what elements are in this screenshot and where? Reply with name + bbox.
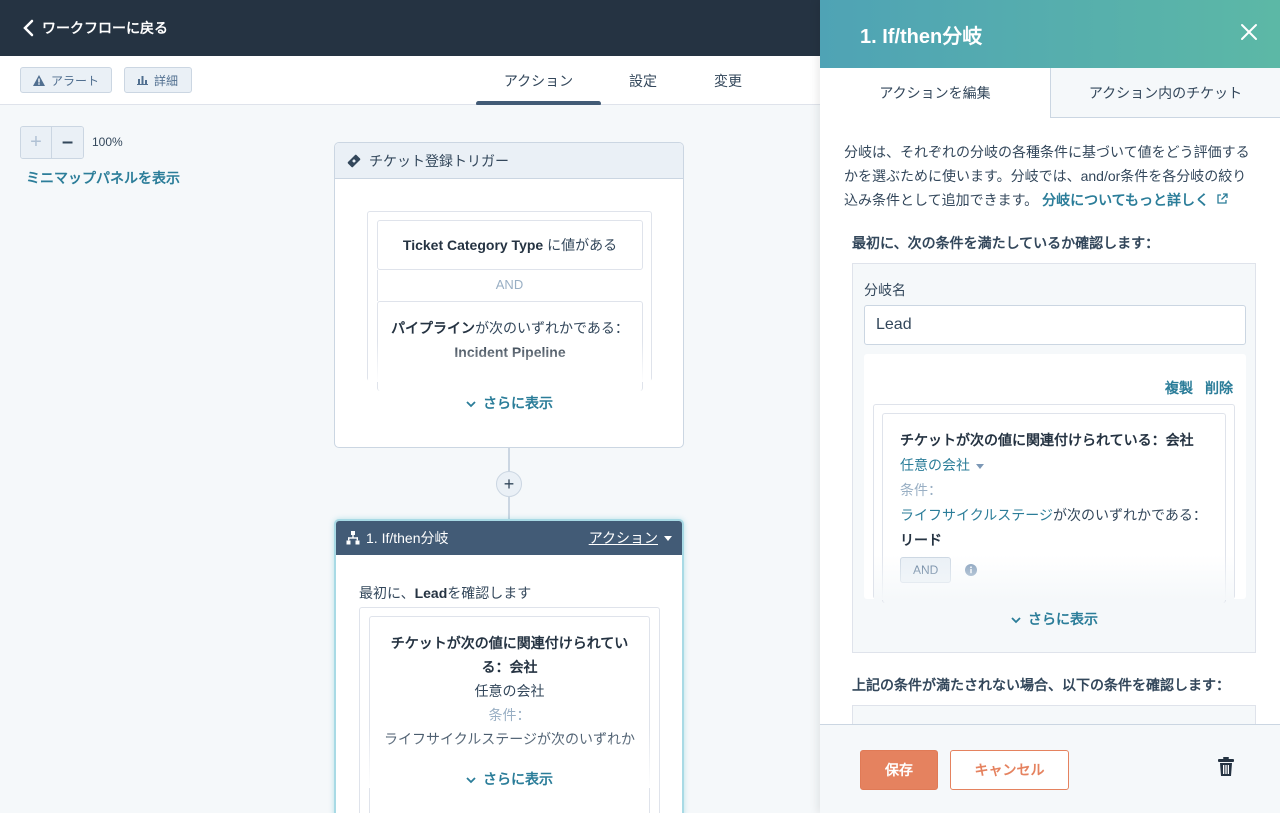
actions-dropdown[interactable]: アクション <box>589 528 672 548</box>
learn-more-link[interactable]: 分岐についてもっと詳しく <box>1042 192 1228 208</box>
intro-suffix: を確認します <box>447 585 532 601</box>
fade-overlay <box>874 555 1234 600</box>
tab-actions[interactable]: アクション <box>476 56 601 106</box>
bar-chart-icon <box>137 76 148 85</box>
and-label: AND <box>495 277 524 292</box>
condition-title: チケットが次の値に関連付けられてい <box>390 635 629 651</box>
delete-action-button[interactable] <box>1218 757 1234 782</box>
back-to-workflows-link[interactable]: ワークフローに戻る <box>22 18 168 38</box>
panel-header: 1. If/then分岐 <box>820 0 1280 68</box>
any-company-dropdown[interactable]: 任意の会社 <box>900 453 1208 478</box>
workflow-canvas[interactable]: + – 100% ミニマップパネルを表示 + チケット登録トリガー Ticket… <box>0 105 820 813</box>
condition-title: チケットが次の値に関連付けられている：会社 <box>900 432 1194 448</box>
warning-icon <box>33 74 45 86</box>
branch-icon <box>346 531 360 545</box>
branch-intro: 最初に、Leadを確認します <box>359 583 531 603</box>
duplicate-link[interactable]: 複製 <box>1165 378 1193 398</box>
show-more-link[interactable]: さらに表示 <box>853 609 1255 629</box>
intro-branch-name: Lead <box>414 585 448 601</box>
condition-title-cont: る：会社 <box>481 659 538 675</box>
fade-overlay <box>368 342 651 382</box>
back-label: ワークフローに戻る <box>42 20 168 36</box>
trigger-filter-group: Ticket Category Type に値がある AND パイプラインが次の… <box>367 211 652 391</box>
branch-action-card[interactable]: 1. If/then分岐 アクション 最初に、Leadを確認します チケットが次… <box>334 519 684 813</box>
add-action-button[interactable]: + <box>496 471 522 497</box>
branch-filter-area: 複製 削除 チケットが次の値に関連付けられている：会社 任意の会社 条件： ライ… <box>864 354 1246 603</box>
save-button[interactable]: 保存 <box>860 750 938 790</box>
branch-name-label: 分岐名 <box>864 282 906 298</box>
condition-operator: が次のいずれかである： <box>1053 507 1207 523</box>
show-more-link[interactable]: さらに表示 <box>336 769 682 789</box>
panel-tabs: アクションを編集 アクション内のチケット <box>820 68 1280 118</box>
intro-prefix: 最初に、 <box>359 585 415 601</box>
filter-property: Ticket Category Type <box>402 237 544 253</box>
condition-label: 条件： <box>488 707 531 723</box>
panel-footer: 保存 キャンセル <box>820 724 1280 813</box>
first-check-label: 最初に、次の条件を満たしているか確認します： <box>852 235 1160 251</box>
panel-body[interactable]: 分岐は、それぞれの分岐の各種条件に基づいて値をどう評価するかを選ぶために使います… <box>820 118 1280 724</box>
delete-link[interactable]: 削除 <box>1205 378 1233 398</box>
branch-editor-2 <box>852 705 1256 724</box>
details-label: 詳細 <box>154 73 179 88</box>
trigger-card[interactable]: チケット登録トリガー Ticket Category Type に値がある AN… <box>334 142 684 448</box>
show-more-label: さらに表示 <box>1028 611 1098 627</box>
filter-operator: が次のいずれかである： <box>475 320 629 336</box>
chevron-left-icon <box>23 19 34 37</box>
ticket-icon <box>347 154 361 167</box>
top-bar: ワークフローに戻る <box>0 0 820 56</box>
external-link-icon <box>1217 193 1228 204</box>
chevron-down-icon <box>466 777 476 784</box>
condition-value: リード <box>900 532 942 548</box>
trigger-filter: Ticket Category Type に値がある <box>377 220 643 270</box>
show-more-link[interactable]: さらに表示 <box>335 393 683 413</box>
chevron-down-icon <box>466 401 476 408</box>
any-company-label: 任意の会社 <box>900 457 970 473</box>
lifecycle-stage-link[interactable]: ライフサイクルステージ <box>900 507 1053 523</box>
branch-editor: 分岐名 複製 削除 チケットが次の値に関連付けられている：会社 任意の会社 条件… <box>852 263 1256 653</box>
show-more-label: さらに表示 <box>483 395 553 411</box>
caret-down-icon <box>664 535 672 541</box>
else-check-label: 上記の条件が満たされない場合、以下の条件を確認します： <box>852 677 1230 693</box>
condition-any-company: 任意の会社 <box>474 683 545 699</box>
details-button[interactable]: 詳細 <box>124 67 192 93</box>
filter-operator: に値がある <box>543 237 618 253</box>
tab-settings[interactable]: 設定 <box>615 56 671 105</box>
close-panel-button[interactable] <box>1240 23 1258 46</box>
branch-title: 1. If/then分岐 <box>366 530 449 546</box>
tab-edit-action[interactable]: アクションを編集 <box>820 68 1050 118</box>
show-more-label: さらに表示 <box>483 771 553 787</box>
alert-button[interactable]: アラート <box>20 67 112 93</box>
condition-label: 条件： <box>900 482 942 498</box>
zoom-in-button[interactable]: + <box>21 127 52 158</box>
filter-property: パイプライン <box>391 320 476 336</box>
condition-group: チケットが次の値に関連付けられている：会社 任意の会社 条件： ライフサイクルス… <box>873 404 1235 603</box>
caret-down-icon <box>976 463 984 469</box>
zoom-controls: + – <box>20 126 84 159</box>
branch-name-input[interactable] <box>864 305 1246 345</box>
show-minimap-link[interactable]: ミニマップパネルを表示 <box>26 168 180 188</box>
trigger-title: チケット登録トリガー <box>369 152 509 169</box>
learn-more-label: 分岐についてもっと詳しく <box>1042 192 1209 208</box>
tab-tickets-in-action[interactable]: アクション内のチケット <box>1050 68 1280 118</box>
zoom-out-button[interactable]: – <box>52 127 83 158</box>
tab-changes[interactable]: 変更 <box>700 56 756 105</box>
toolbar: アラート 詳細 アクション 設定 変更 <box>0 56 820 106</box>
action-edit-panel: 1. If/then分岐 アクションを編集 アクション内のチケット 分岐は、それ… <box>820 0 1280 813</box>
cancel-button[interactable]: キャンセル <box>950 750 1069 790</box>
close-icon <box>1241 23 1257 40</box>
trigger-card-header: チケット登録トリガー <box>335 143 683 179</box>
branch-card-header: 1. If/then分岐 アクション <box>336 521 682 555</box>
alert-label: アラート <box>51 73 100 88</box>
trash-icon <box>1218 757 1234 776</box>
actions-dropdown-label: アクション <box>588 530 658 546</box>
chevron-down-icon <box>1011 617 1021 624</box>
zoom-level: 100% <box>92 135 123 149</box>
branch-description: 分岐は、それぞれの分岐の各種条件に基づいて値をどう評価するかを選ぶために使います… <box>844 140 1254 212</box>
panel-title: 1. If/then分岐 <box>860 25 983 48</box>
